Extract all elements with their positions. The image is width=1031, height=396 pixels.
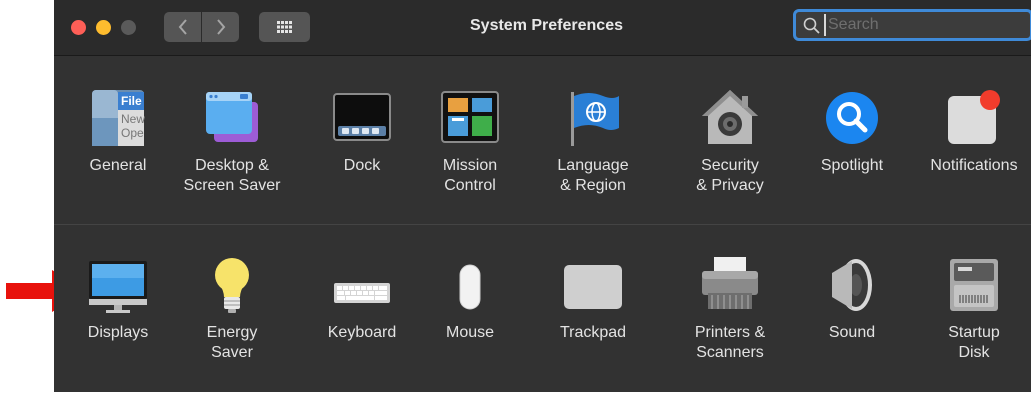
trackpad-icon: [564, 265, 622, 309]
pane-label: Trackpad: [559, 324, 627, 341]
pane-label: General: [89, 157, 147, 174]
pane-dock[interactable]: Dock: [304, 56, 420, 216]
pane-displays[interactable]: Displays: [60, 225, 176, 385]
monitor-icon: [89, 261, 147, 313]
pane-label: Mouse: [445, 324, 495, 341]
pane-label: Energy Saver: [206, 324, 258, 361]
pane-mission-control[interactable]: Mission Control: [412, 56, 528, 216]
pane-security-privacy[interactable]: Security & Privacy: [672, 56, 788, 216]
back-button[interactable]: [164, 12, 201, 42]
pane-mouse[interactable]: Mouse: [412, 225, 528, 385]
pane-printers-scanners[interactable]: Printers & Scanners: [672, 225, 788, 385]
pane-label: Notifications: [930, 157, 1018, 174]
notifications-icon: [948, 90, 1000, 144]
chevron-right-icon: [216, 19, 225, 35]
pane-label: Printers & Scanners: [694, 324, 766, 361]
close-window-button[interactable]: [71, 20, 86, 35]
pane-label: Startup Disk: [948, 324, 1000, 361]
minimize-window-button[interactable]: [96, 20, 111, 35]
pane-language-region[interactable]: Language & Region: [535, 56, 651, 216]
pane-sound[interactable]: Sound: [794, 225, 910, 385]
preferences-row-personal: File New Ope General Desktop & Screen Sa…: [54, 56, 1031, 224]
globe-flag-icon: [571, 92, 619, 146]
grid-icon: [277, 21, 292, 33]
general-icon-text-file: File: [121, 94, 142, 108]
pane-general[interactable]: File New Ope General: [60, 56, 176, 216]
general-icon-text-open: Ope: [121, 126, 144, 140]
pane-label: Dock: [343, 157, 381, 174]
mission-control-icon: [441, 91, 499, 143]
title-bar: System Preferences: [54, 0, 1031, 56]
pane-startup-disk[interactable]: Startup Disk: [916, 225, 1031, 385]
pane-keyboard[interactable]: Keyboard: [304, 225, 420, 385]
speaker-icon: [832, 259, 872, 311]
general-icon: File New Ope: [92, 90, 145, 146]
pane-label: Keyboard: [327, 324, 397, 341]
preferences-row-hardware: Displays Energy Saver Keyboard Mouse Tra…: [54, 225, 1031, 392]
printer-icon: [702, 257, 758, 309]
pane-trackpad[interactable]: Trackpad: [535, 225, 651, 385]
system-preferences-window: System Preferences File New O: [54, 0, 1031, 392]
dock-icon: [333, 93, 391, 141]
magnifier-icon: [826, 92, 878, 144]
pane-notifications[interactable]: Notifications: [916, 56, 1031, 216]
pane-label: Language & Region: [557, 157, 629, 194]
keyboard-icon: [334, 283, 390, 303]
desktop-screen-saver-icon: [206, 92, 258, 142]
search-field[interactable]: [793, 9, 1031, 41]
general-icon-text-new: New: [121, 112, 145, 126]
house-lock-icon: [702, 90, 758, 144]
pane-label: Desktop & Screen Saver: [183, 157, 281, 194]
window-title: System Preferences: [470, 17, 623, 34]
chevron-left-icon: [178, 19, 187, 35]
lightbulb-icon: [215, 258, 249, 313]
pane-spotlight[interactable]: Spotlight: [794, 56, 910, 216]
pane-label: Displays: [87, 324, 149, 341]
pane-label: Security & Privacy: [696, 157, 764, 194]
pane-label: Spotlight: [820, 157, 884, 174]
search-icon: [803, 17, 820, 34]
search-input[interactable]: [824, 14, 1028, 36]
zoom-window-button[interactable]: [121, 20, 136, 35]
pane-label: Sound: [828, 324, 876, 341]
hard-disk-icon: [950, 259, 998, 311]
mouse-icon: [459, 264, 481, 310]
screenshot-stage: System Preferences File New O: [0, 0, 1031, 396]
pane-energy-saver[interactable]: Energy Saver: [174, 225, 290, 385]
forward-button[interactable]: [202, 12, 239, 42]
show-all-button[interactable]: [259, 12, 310, 42]
pane-desktop-screen-saver[interactable]: Desktop & Screen Saver: [174, 56, 290, 216]
pane-label: Mission Control: [442, 157, 498, 194]
